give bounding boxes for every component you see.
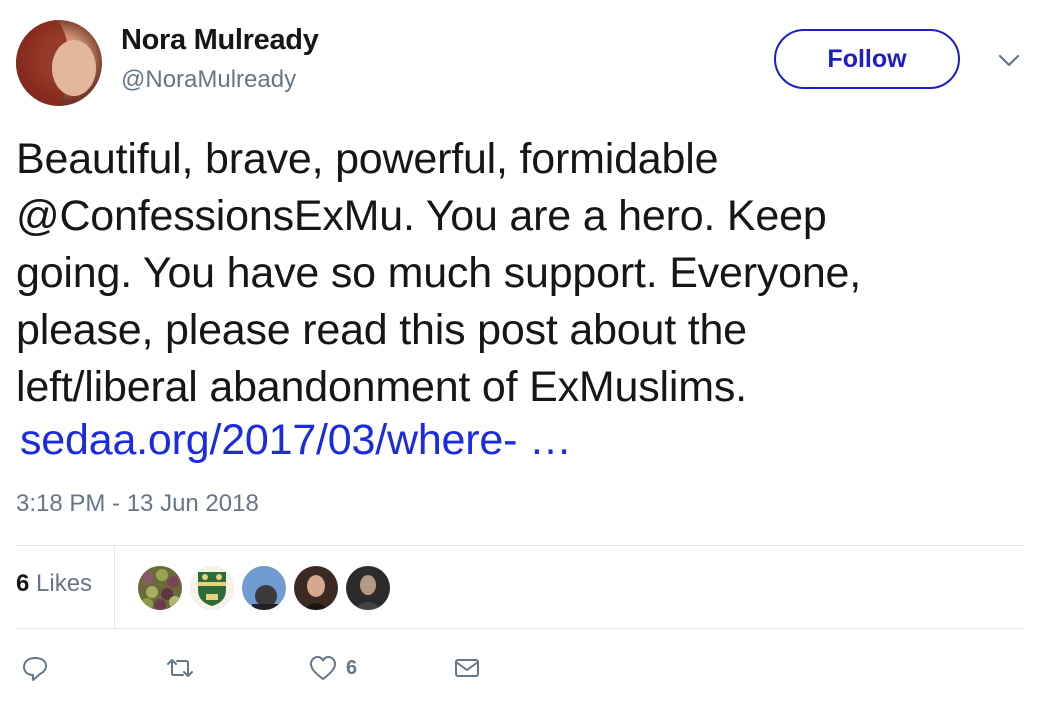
heart-icon (310, 656, 336, 680)
divider-bottom (16, 628, 1024, 629)
like-count: 6 (346, 656, 358, 679)
tweet-text: Beautiful, brave, powerful, formidable @… (16, 135, 862, 411)
divider-vertical (114, 546, 115, 628)
retweet-button[interactable] (165, 650, 195, 686)
likes-label: Likes (36, 570, 93, 597)
tweet-link[interactable]: sedaa.org/2017/03/where- … (20, 412, 572, 469)
liker-avatar-olives[interactable] (136, 564, 184, 612)
chevron-down-icon[interactable] (996, 50, 1022, 70)
likes-number: 6 (16, 570, 30, 597)
liker-avatar-crest[interactable] (188, 564, 236, 612)
follow-button[interactable]: Follow (774, 29, 960, 89)
avatar-face (52, 40, 96, 96)
direct-message-button[interactable] (452, 650, 482, 686)
liker-avatar-man-dark[interactable] (344, 564, 392, 612)
reply-button[interactable] (20, 650, 50, 686)
like-button[interactable]: 6 (308, 650, 357, 686)
liker-avatar-woman[interactable] (292, 564, 340, 612)
liker-avatar-man-blue[interactable] (240, 564, 288, 612)
tweet-timestamp[interactable]: 3:18 PM - 13 Jun 2018 (16, 490, 259, 518)
divider-top (16, 545, 1024, 546)
envelope-icon (455, 659, 479, 677)
author-avatar[interactable] (16, 20, 102, 106)
retweet-icon (167, 659, 193, 677)
author-name[interactable]: Nora Mulready (121, 24, 319, 57)
author-handle[interactable]: @NoraMulready (121, 66, 296, 94)
likes-count[interactable]: 6 Likes (16, 570, 92, 598)
reply-icon (23, 657, 47, 681)
